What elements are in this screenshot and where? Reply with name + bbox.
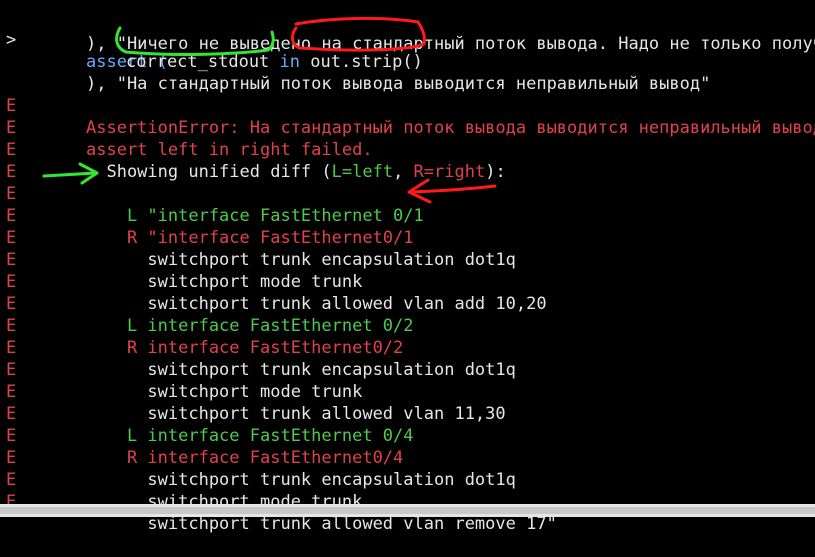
horizontal-scrollbar[interactable] <box>0 504 815 517</box>
scrollbar-thumb[interactable] <box>0 507 815 514</box>
terminal-line: E switchport trunk encapsulation dot1q <box>0 205 815 270</box>
terminal-line: E switchport trunk encapsulation dot1q <box>0 425 815 490</box>
terminal-line: E R "interface FastEthernet0/1 <box>0 183 815 248</box>
terminal-line: E switchport trunk allowed vlan 11,30 <box>0 359 815 424</box>
terminal-line: > assert ( <box>0 7 815 72</box>
terminal-line: E L "interface FastEthernet 0/1 <box>0 161 815 226</box>
terminal-line: E switchport trunk allowed vlan add 10,2… <box>0 249 815 314</box>
terminal-line: E Showing unified diff (L=left, R=right)… <box>0 117 815 182</box>
terminal-line: E switchport mode trunk <box>0 227 815 292</box>
terminal-line: correct_stdout in out.strip() <box>0 29 815 72</box>
terminal-line: E R interface FastEthernet0/2 <box>0 293 815 358</box>
terminal-line: E R interface FastEthernet0/4 <box>0 403 815 468</box>
terminal-line: E switchport mode trunk <box>0 337 815 402</box>
terminal-line: E L interface FastEthernet 0/4 <box>0 381 815 446</box>
terminal-line: E assert left in right failed. <box>0 95 815 160</box>
terminal-line: E <box>0 139 815 182</box>
terminal-line: E L interface FastEthernet 0/2 <box>0 271 815 336</box>
terminal-line: E switchport mode trunk <box>0 447 815 512</box>
terminal-line: ), "На стандартный поток вывода выводитс… <box>0 51 815 94</box>
terminal-line: E AssertionError: На стандартный поток в… <box>0 73 815 138</box>
terminal-line: E switchport trunk allowed vlan remove 1… <box>0 469 815 534</box>
terminal-line: E switchport trunk encapsulation dot1q <box>0 315 815 380</box>
terminal-output[interactable]: ), "Ничего не выведено на стандартный по… <box>0 0 815 534</box>
